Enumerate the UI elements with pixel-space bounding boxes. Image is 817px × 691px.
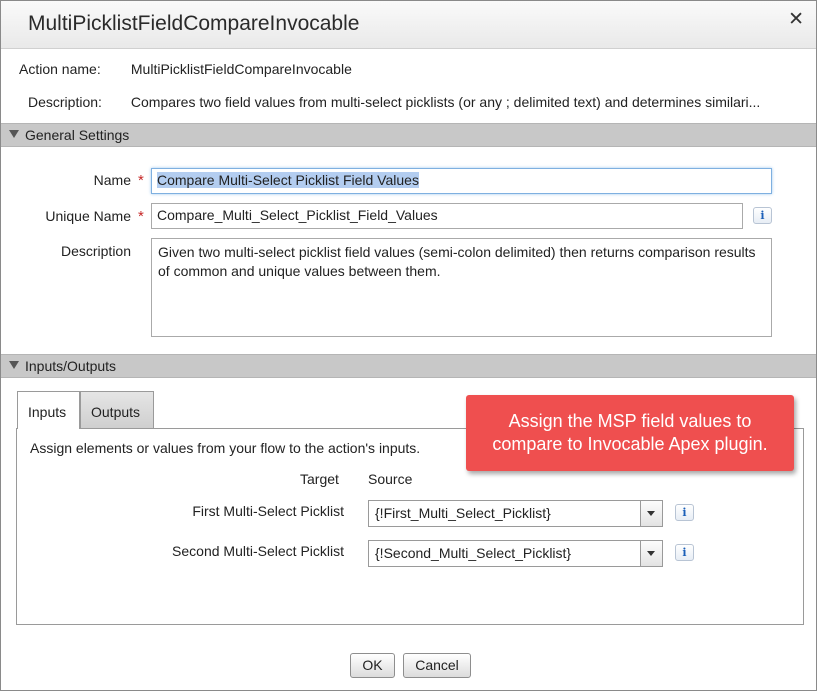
dropdown-arrow-icon[interactable] — [640, 541, 662, 566]
action-name-value: MultiPicklistFieldCompareInvocable — [130, 61, 352, 77]
second-picklist-source-combobox[interactable]: {!Second_Multi_Select_Picklist} — [368, 540, 663, 567]
inputs-outputs-title: Inputs/Outputs — [25, 358, 117, 374]
name-input[interactable]: Compare Multi-Select Picklist Field Valu… — [151, 168, 772, 194]
description-field-label: Description — [60, 243, 131, 259]
dialog-title: MultiPicklistFieldCompareInvocable — [28, 12, 360, 35]
action-dialog: MultiPicklistFieldCompareInvocable ✕ Act… — [0, 0, 817, 691]
general-settings-title: General Settings — [25, 127, 130, 143]
inputs-outputs-header[interactable]: Inputs/Outputs — [1, 354, 816, 378]
description-textarea[interactable]: Given two multi-select picklist field va… — [151, 238, 772, 337]
collapse-triangle-icon[interactable] — [9, 361, 19, 369]
general-settings-header[interactable]: General Settings — [1, 123, 816, 147]
tab-inputs[interactable]: Inputs — [17, 391, 80, 429]
cancel-button[interactable]: Cancel — [403, 653, 471, 678]
description-row: Description: Compares two field values f… — [28, 94, 760, 110]
unique-name-input[interactable]: Compare_Multi_Select_Picklist_Field_Valu… — [151, 203, 743, 229]
source-column-header: Source — [368, 471, 413, 487]
annotation-callout: Assign the MSP field values to compare t… — [466, 395, 794, 471]
name-input-value: Compare Multi-Select Picklist Field Valu… — [157, 172, 419, 188]
second-picklist-source-value: {!Second_Multi_Select_Picklist} — [375, 545, 572, 561]
first-picklist-info-icon[interactable]: i — [675, 504, 694, 521]
unique-name-label: Unique Name — [45, 208, 131, 224]
name-label: Name — [93, 172, 131, 188]
description-value: Compares two field values from multi-sel… — [130, 94, 761, 110]
tab-outputs[interactable]: Outputs — [80, 391, 154, 428]
second-picklist-info-icon[interactable]: i — [675, 544, 694, 561]
description-label: Description: — [28, 94, 102, 110]
unique-name-info-icon[interactable]: i — [753, 207, 772, 224]
collapse-triangle-icon[interactable] — [9, 130, 19, 138]
unique-name-input-value: Compare_Multi_Select_Picklist_Field_Valu… — [157, 207, 438, 223]
callout-line-2: compare to Invocable Apex plugin. — [492, 434, 768, 454]
dropdown-arrow-icon[interactable] — [640, 501, 662, 526]
first-picklist-source-combobox[interactable]: {!First_Multi_Select_Picklist} — [368, 500, 663, 527]
first-picklist-target-label: First Multi-Select Picklist — [192, 503, 344, 519]
first-picklist-source-value: {!First_Multi_Select_Picklist} — [375, 505, 551, 521]
target-column-header: Target — [300, 471, 339, 487]
name-required-marker: * — [138, 172, 144, 189]
inputs-instructions: Assign elements or values from your flow… — [30, 440, 421, 456]
action-name-label: Action name: — [19, 61, 101, 77]
callout-line-1: Assign the MSP field values to — [508, 411, 752, 431]
dialog-titlebar: MultiPicklistFieldCompareInvocable ✕ — [1, 1, 816, 49]
ok-button[interactable]: OK — [350, 653, 395, 678]
second-picklist-target-label: Second Multi-Select Picklist — [172, 543, 344, 559]
close-icon[interactable]: ✕ — [788, 9, 804, 31]
action-name-row: Action name: MultiPicklistFieldCompareIn… — [19, 61, 352, 77]
unique-name-required-marker: * — [138, 208, 144, 225]
